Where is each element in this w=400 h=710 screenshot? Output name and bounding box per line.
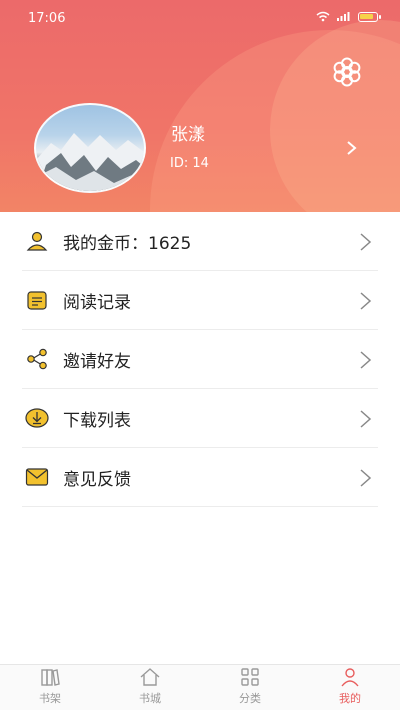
chevron-right-icon xyxy=(360,351,372,369)
document-icon xyxy=(24,287,50,313)
menu-item-label: 我的金币：1625 xyxy=(63,233,192,254)
menu-item-reading-history[interactable]: 阅读记录 xyxy=(22,271,378,330)
menu-item-label: 下载列表 xyxy=(63,410,131,431)
status-time: 17:06 xyxy=(28,11,66,26)
battery-icon xyxy=(358,11,381,22)
menu-item-feedback[interactable]: 意见反馈 xyxy=(22,448,378,507)
menu-item-coins[interactable]: 我的金币：1625 xyxy=(22,212,378,271)
download-icon xyxy=(24,405,50,431)
settings-gear-icon[interactable] xyxy=(330,55,364,89)
mail-icon xyxy=(24,464,50,490)
chevron-right-icon xyxy=(360,469,372,487)
status-bar: 17:06 xyxy=(0,0,400,38)
bottom-tab-bar: 书架 书城 分类 我的 xyxy=(0,664,400,710)
profile-id: ID: 14 xyxy=(170,156,209,171)
tab-label: 书架 xyxy=(39,692,61,705)
share-icon xyxy=(24,346,50,372)
tab-label: 分类 xyxy=(239,692,261,705)
profile-header: 17:06 张漾 ID: 14 xyxy=(0,0,400,212)
person-icon xyxy=(341,668,359,687)
chevron-right-icon xyxy=(360,292,372,310)
menu-item-label: 阅读记录 xyxy=(63,292,131,313)
signal-icon xyxy=(337,12,350,21)
menu-item-invite-friends[interactable]: 邀请好友 xyxy=(22,330,378,389)
tab-category[interactable]: 分类 xyxy=(200,665,300,710)
menu-item-label: 邀请好友 xyxy=(63,351,131,372)
tab-label: 书城 xyxy=(139,692,161,705)
tab-label: 我的 xyxy=(339,692,361,705)
profile-menu: 我的金币：1625 阅读记录 邀请好友 下载列表 意见反馈 xyxy=(0,212,400,507)
avatar[interactable] xyxy=(34,103,146,193)
profile-name: 张漾 xyxy=(171,125,205,145)
avatar-mountain-image xyxy=(36,133,144,191)
menu-item-label: 意见反馈 xyxy=(63,469,131,490)
profile-chevron-right-icon[interactable] xyxy=(344,140,358,156)
status-icons xyxy=(316,11,381,22)
menu-item-download-list[interactable]: 下载列表 xyxy=(22,389,378,448)
chevron-right-icon xyxy=(360,410,372,428)
wifi-icon xyxy=(316,11,330,22)
tab-bookstore[interactable]: 书城 xyxy=(100,665,200,710)
chevron-right-icon xyxy=(360,233,372,251)
user-coin-icon xyxy=(24,228,50,254)
tab-bookshelf[interactable]: 书架 xyxy=(0,665,100,710)
grid-icon xyxy=(241,668,259,686)
bookshelf-icon xyxy=(41,669,60,686)
home-icon xyxy=(140,668,160,686)
tab-mine[interactable]: 我的 xyxy=(300,665,400,710)
